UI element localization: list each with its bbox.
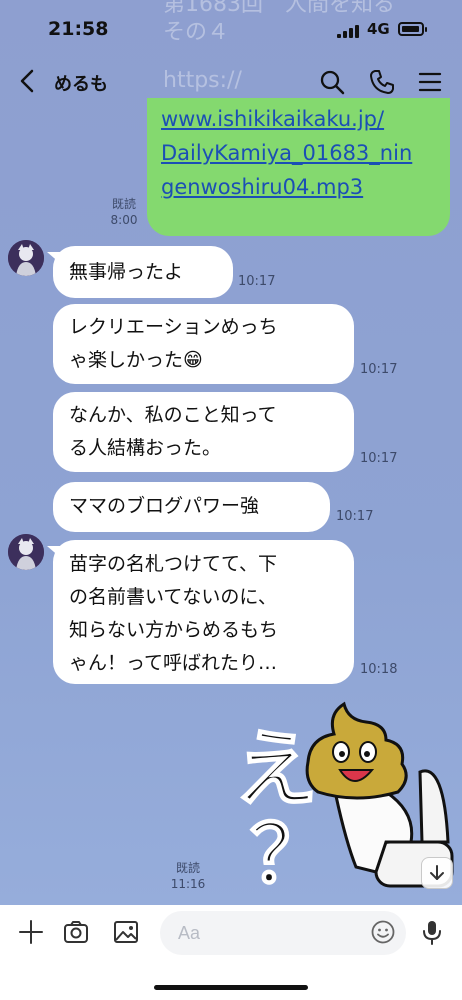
- message-time: 8:00: [110, 213, 138, 227]
- home-indicator: [154, 985, 308, 990]
- image-icon[interactable]: [112, 918, 140, 946]
- message-time: 10:17: [360, 451, 398, 466]
- message-time: 10:18: [360, 662, 398, 677]
- message-bubble[interactable]: ママのブログパワー強: [53, 482, 330, 532]
- message-text: 無事帰ったよ: [69, 261, 184, 283]
- network-type: 4G: [367, 20, 390, 38]
- message-bubble[interactable]: 苗字の名札つけてて、下 の名前書いてないのに、 知らない方からめるもち ゃん！っ…: [47, 540, 354, 684]
- message-bubble[interactable]: 無事帰ったよ: [47, 246, 233, 298]
- scroll-down-button[interactable]: [421, 857, 453, 889]
- link-line[interactable]: DailyKamiya_01683_nin: [161, 136, 436, 170]
- camera-icon[interactable]: [62, 918, 90, 946]
- read-label: 既読: [111, 197, 136, 211]
- signal-icon: [337, 24, 361, 38]
- read-label: 既読: [175, 861, 200, 875]
- message-bubble[interactable]: なんか、私のこと知って る人結構おった。: [53, 392, 354, 472]
- message-text: の名前書いてないのに、: [69, 586, 277, 608]
- status-bar: 21:58 4G: [0, 0, 462, 58]
- message-text: 苗字の名札つけてて、下: [69, 553, 278, 575]
- link-message-bubble[interactable]: www.ishikikaikaku.jp/ DailyKamiya_01683_…: [147, 98, 450, 236]
- sticker-read-meta: 既読 11:16: [168, 860, 208, 892]
- banner-text-line3: https://: [163, 68, 242, 93]
- link-line[interactable]: genwoshiru04.mp3: [161, 170, 436, 204]
- message-text: レクリエーションめっち: [69, 316, 278, 338]
- message-text: る人結構おった。: [69, 437, 222, 459]
- battery-icon: [398, 22, 427, 36]
- chat-title: めるも: [54, 74, 108, 95]
- search-icon[interactable]: [318, 68, 346, 96]
- message-time: 11:16: [170, 877, 206, 891]
- plus-icon[interactable]: [17, 918, 45, 946]
- mic-icon[interactable]: [418, 918, 446, 946]
- message-text: 知らない方からめるもち: [69, 619, 279, 641]
- message-text: ゃ楽しかった😁: [69, 349, 203, 371]
- arrow-down-icon: [430, 865, 444, 880]
- message-text: ママのブログパワー強: [69, 495, 260, 517]
- message-time: 10:17: [336, 509, 374, 524]
- back-icon[interactable]: [14, 66, 40, 96]
- sticker-text: ？: [249, 806, 331, 902]
- avatar[interactable]: [8, 534, 44, 570]
- message-bubble[interactable]: レクリエーションめっち ゃ楽しかった😁: [53, 304, 354, 384]
- message-text: ゃん！って呼ばれたり…: [69, 652, 278, 674]
- message-text: なんか、私のこと知って: [69, 404, 277, 426]
- menu-icon[interactable]: [416, 68, 444, 96]
- link-line[interactable]: www.ishikikaikaku.jp/: [161, 102, 436, 136]
- status-time: 21:58: [48, 18, 109, 40]
- avatar[interactable]: [8, 240, 44, 276]
- message-time: 10:17: [238, 274, 276, 289]
- emoji-icon[interactable]: [370, 919, 396, 945]
- link-read-meta: 既読 8:00: [104, 196, 144, 228]
- phone-icon[interactable]: [368, 68, 396, 96]
- message-time: 10:17: [360, 362, 398, 377]
